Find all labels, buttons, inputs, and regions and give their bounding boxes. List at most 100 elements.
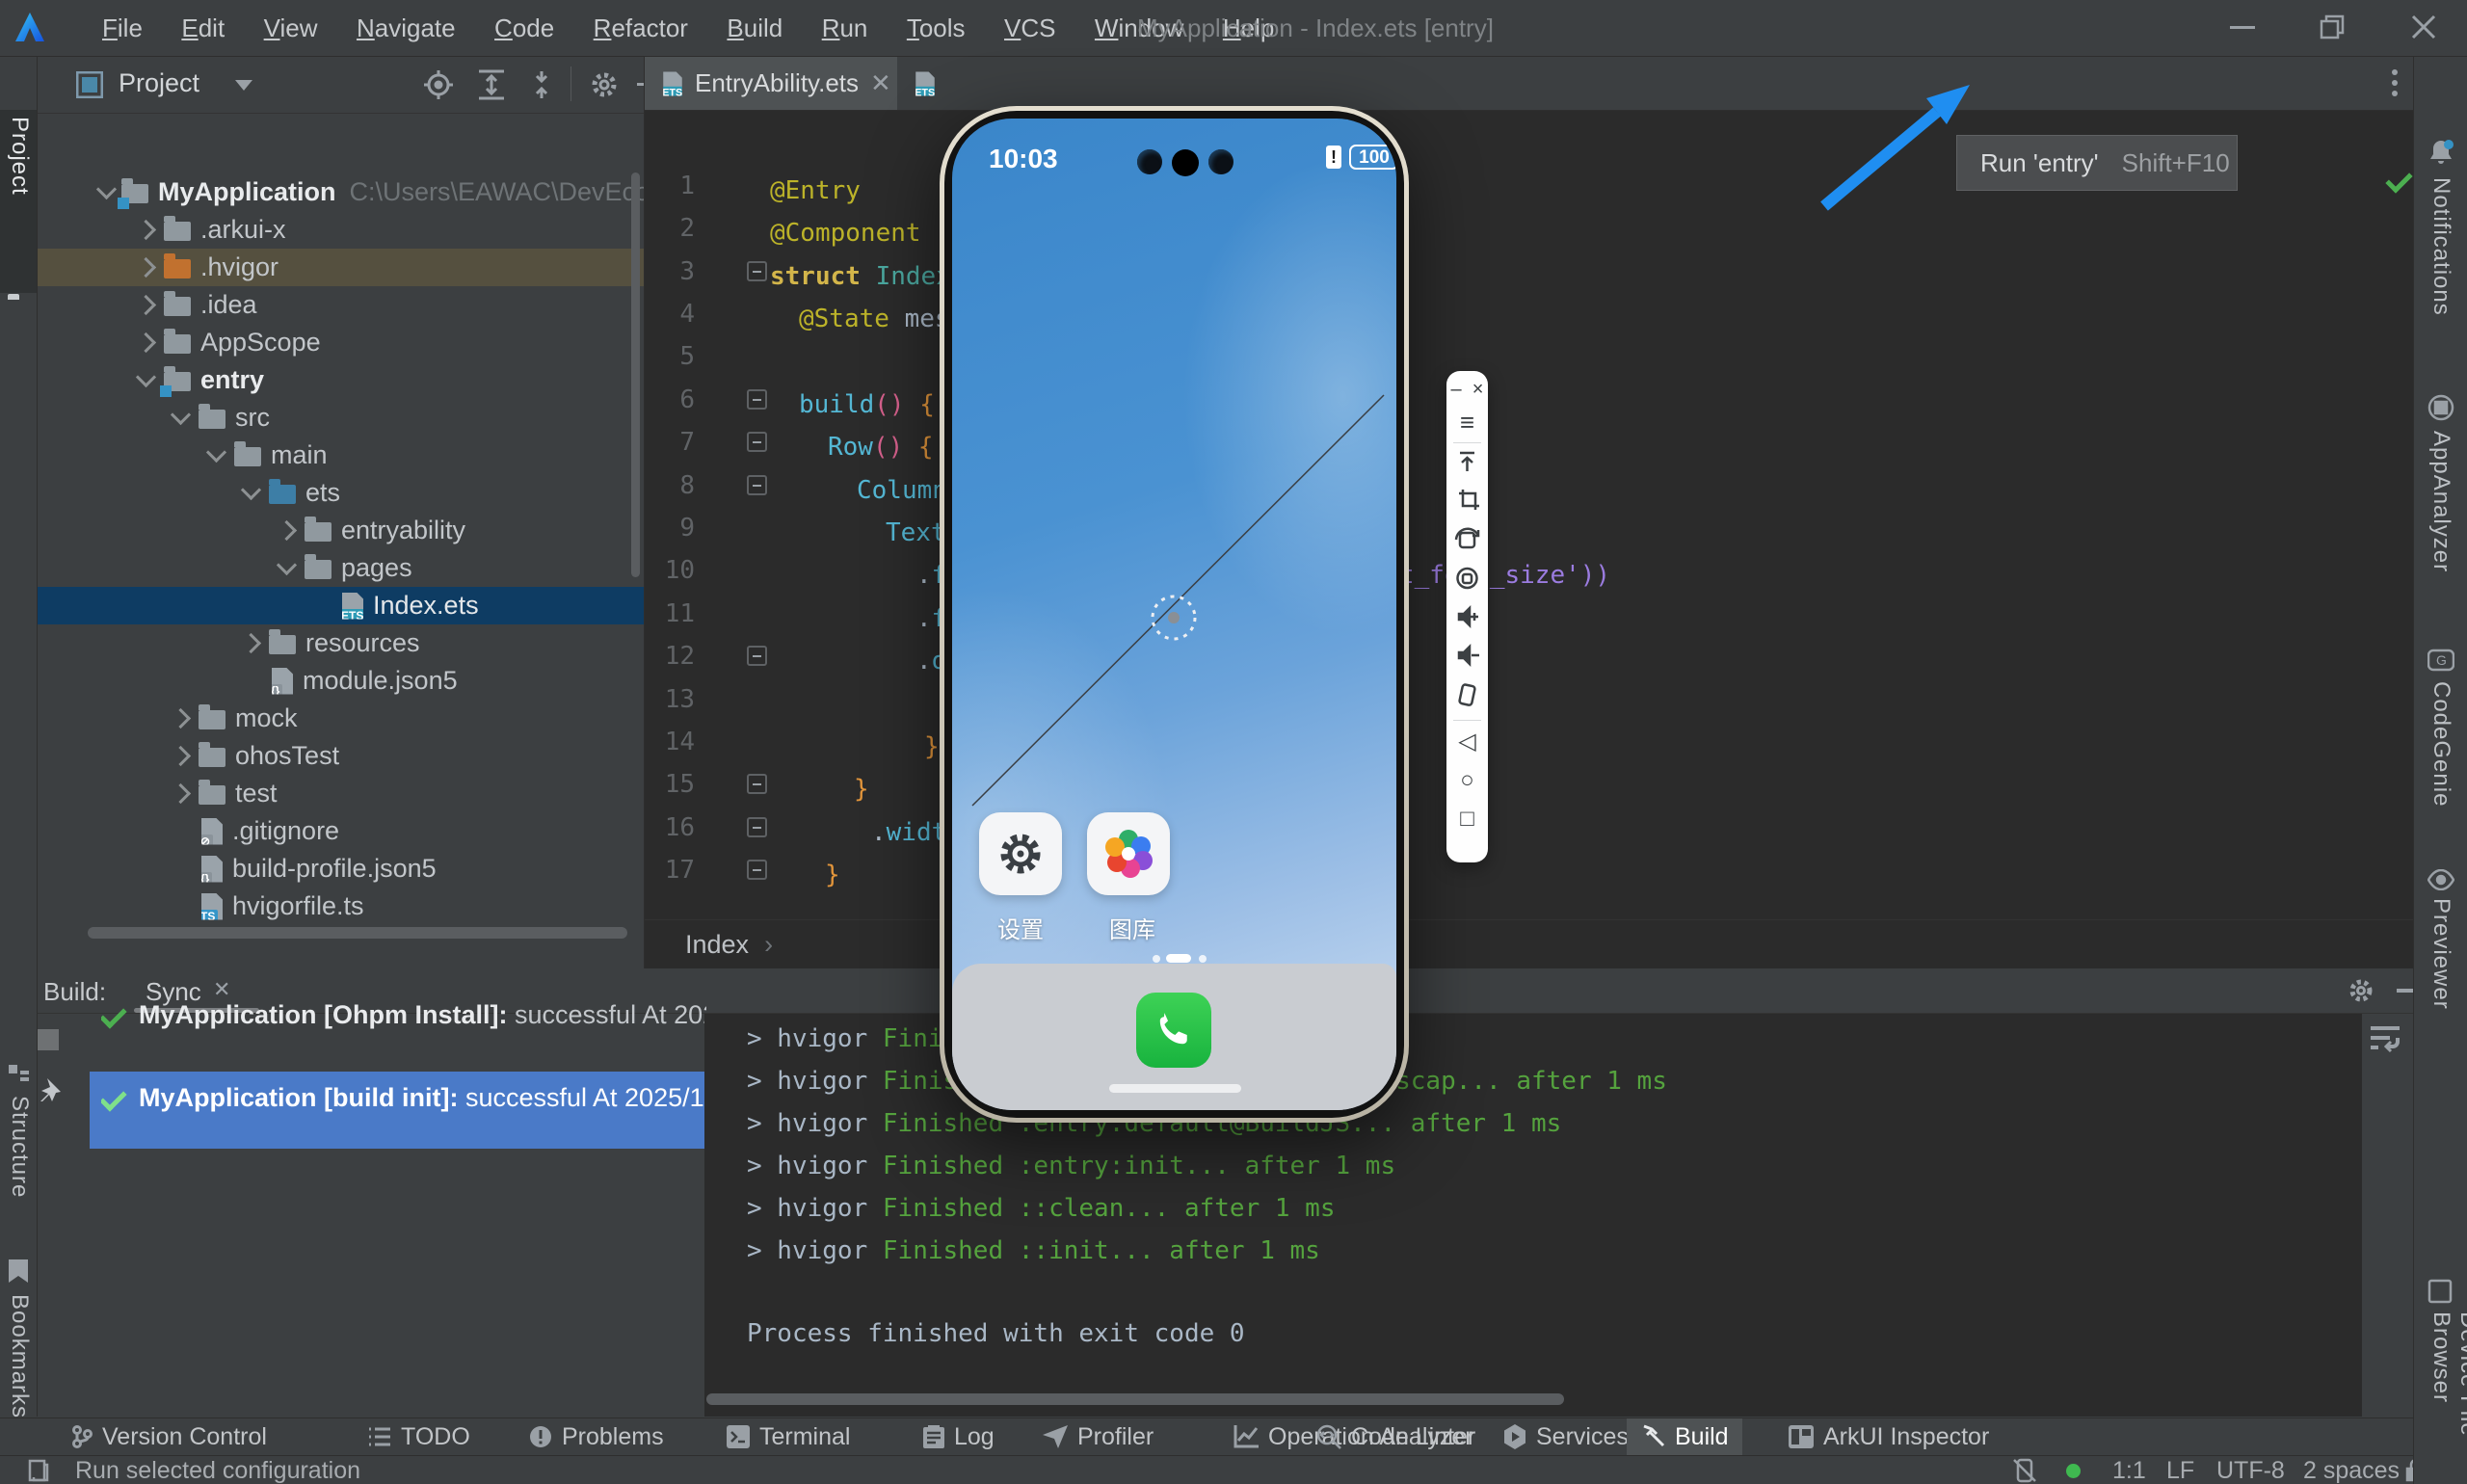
codegenie-icon[interactable]: G [2427,647,2454,674]
tree-row-idea[interactable]: .idea [38,286,644,324]
menu-code[interactable]: Code [477,0,571,56]
notifications-bell-icon[interactable] [2427,139,2454,166]
tool-tab-notifications[interactable]: Notifications [2427,177,2454,316]
volume-up-icon[interactable] [1446,604,1488,629]
menu-build[interactable]: Build [709,0,800,56]
previewer-eye-icon[interactable] [2427,869,2454,890]
tool-tab-todo[interactable]: TODO [355,1418,484,1455]
tree-row-entry[interactable]: entry [38,361,644,399]
tree-row-gitignore[interactable]: ⊘ .gitignore [38,812,644,850]
device-disconnected-icon[interactable] [2012,1458,2037,1483]
structure-icon[interactable] [9,1065,30,1086]
hide-panel-icon[interactable] [637,83,645,86]
phone-emulator[interactable]: 10:03 ! 100 设置 图库 [940,106,1409,1123]
tab-entryability[interactable]: ETS EntryAbility.ets ✕ [645,57,909,110]
tree-row-resources[interactable]: resources [38,624,644,662]
editor-breadcrumb[interactable]: Index › [645,919,2454,968]
tool-tab-services[interactable]: Services [1490,1418,1642,1455]
tool-tab-terminal[interactable]: Terminal [713,1418,863,1455]
menu-edit[interactable]: Edit [164,0,242,56]
build-row-build-init[interactable]: MyApplication [build init]: successful A… [101,1083,706,1113]
nav-recents-icon[interactable]: □ [1446,807,1488,832]
tree-row-test[interactable]: test [38,775,644,812]
editor-options-kebab-icon[interactable] [2392,69,2398,75]
menu-file[interactable]: File [85,0,160,56]
nav-home-icon[interactable]: ○ [1446,768,1488,793]
tree-row-myapplication[interactable]: MyApplicationC:\Users\EAWAC\DevEcoStudi [38,173,644,211]
tool-tab-profiler[interactable]: Profiler [1029,1418,1167,1455]
tree-row-appscope[interactable]: AppScope [38,324,644,361]
fold-marker-icon[interactable] [747,646,767,666]
panel-settings-gear-icon[interactable] [589,69,620,100]
build-row-ohpm-install[interactable]: MyApplication [Ohpm Install]: successful… [101,1000,706,1030]
tool-tab-previewer[interactable]: Previewer [2427,898,2454,1010]
tool-tab-device-file-browser[interactable]: Device File Browser [2427,1312,2467,1475]
tool-tab-code-linter[interactable]: Code Linter [1303,1418,1489,1455]
rotate-device-icon[interactable] [1446,681,1488,708]
upload-icon[interactable] [1446,450,1488,473]
emulator-minimize-icon[interactable]: – × [1446,377,1488,402]
phone-call-app-icon[interactable] [1136,993,1211,1068]
tool-tab-log[interactable]: Log [910,1418,1008,1455]
tree-row-ets[interactable]: ets [38,474,644,512]
fold-end-marker-icon[interactable] [747,860,767,880]
menu-refactor[interactable]: Refactor [576,0,705,56]
tab-partial[interactable]: ETS [897,57,990,110]
menu-tools[interactable]: Tools [889,0,983,56]
nav-back-icon[interactable]: ◁ [1446,729,1488,755]
close-tab-icon[interactable]: ✕ [870,68,891,98]
tool-tab-build[interactable]: Build [1627,1418,1742,1455]
device-file-browser-icon[interactable] [2427,1279,2453,1304]
menu-navigate[interactable]: Navigate [339,0,473,56]
inspections-ok-check-icon[interactable] [2385,166,2412,193]
expand-all-icon[interactable] [477,69,506,100]
restore-window-icon[interactable] [2298,0,2366,54]
pin-icon[interactable] [38,1076,63,1101]
tree-row-mock[interactable]: mock [38,700,644,737]
status-indent[interactable]: 2 spaces [2303,1456,2400,1484]
close-sync-tab-icon[interactable]: ✕ [213,977,230,1002]
emulator-menu-icon[interactable]: ≡ [1446,410,1488,435]
gallery-app-icon[interactable] [1087,812,1170,895]
fold-marker-icon[interactable] [747,261,767,281]
tool-tab-arkui-inspector[interactable]: ArkUI Inspector [1775,1418,2003,1455]
tool-tab-problems[interactable]: Problems [516,1418,677,1455]
tree-row-index-ets[interactable]: ETS Index.ets [38,587,644,624]
collapse-all-icon[interactable] [527,69,556,100]
chevron-down-icon[interactable] [235,80,252,91]
tool-tab-structure[interactable]: Structure [6,1096,33,1198]
fold-marker-icon[interactable] [747,432,767,452]
project-view-title[interactable]: Project [119,68,199,98]
tree-row-pages[interactable]: pages [38,549,644,587]
close-window-icon[interactable] [2390,0,2457,54]
tool-tab-bookmarks[interactable]: Bookmarks [6,1294,33,1418]
tree-row-entryability[interactable]: entryability [38,512,644,549]
tree-row-arkui-x[interactable]: .arkui-x [38,211,644,249]
screenshot-icon[interactable] [1446,566,1488,591]
build-settings-gear-icon[interactable] [2347,976,2375,1005]
status-line-ending[interactable]: LF [2166,1456,2194,1484]
tool-tab-codegenie[interactable]: CodeGenie [2427,681,2454,807]
appanalyzer-icon[interactable] [2427,394,2454,421]
tree-vertical-scrollbar[interactable] [631,172,640,577]
fold-marker-icon[interactable] [747,475,767,495]
status-line-col[interactable]: 1:1 [2112,1456,2146,1484]
fold-end-marker-icon[interactable] [747,774,767,794]
menu-view[interactable]: View [247,0,335,56]
crop-screenshot-icon[interactable] [1446,489,1488,512]
soft-wrap-icon[interactable] [2370,1024,2402,1053]
menu-vcs[interactable]: VCS [987,0,1073,56]
tree-row-hvigor[interactable]: .hvigor [38,249,644,286]
tool-tab-appanalyzer[interactable]: AppAnalyzer [2427,431,2454,572]
build-rerun-square-icon[interactable] [38,1029,59,1050]
tree-row-module-json5[interactable]: {} module.json5 [38,662,644,700]
tree-row-main[interactable]: main [38,437,644,474]
tool-tab-version-control[interactable]: Version Control [58,1418,280,1455]
status-encoding[interactable]: UTF-8 [2216,1456,2285,1484]
settings-app-icon[interactable] [979,812,1062,895]
locate-file-icon[interactable] [423,69,454,100]
console-horizontal-scrollbar[interactable] [706,1393,1564,1405]
tree-horizontal-scrollbar[interactable] [88,927,627,939]
tree-row-src[interactable]: src [38,399,644,437]
fold-end-marker-icon[interactable] [747,817,767,837]
